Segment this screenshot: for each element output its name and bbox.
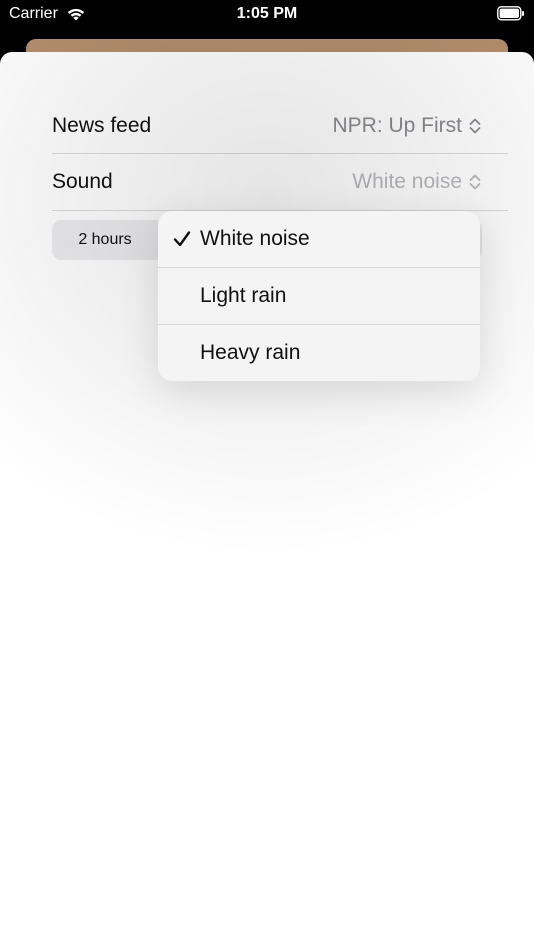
news-feed-value: NPR: Up First (332, 113, 462, 137)
sound-row[interactable]: Sound White noise (52, 154, 508, 211)
menu-item-label: White noise (200, 227, 310, 250)
checkmark-icon (173, 231, 191, 247)
chevron-updown-icon (469, 118, 481, 133)
sound-label: Sound (52, 170, 113, 193)
news-feed-row[interactable]: News feed NPR: Up First (52, 98, 508, 154)
chevron-updown-icon (469, 174, 481, 190)
sound-picker[interactable]: White noise (352, 170, 508, 194)
news-feed-picker[interactable]: NPR: Up First (332, 114, 508, 138)
news-feed-label: News feed (52, 113, 152, 137)
segment-2-hours[interactable]: 2 hours (52, 220, 158, 260)
app-screen: Carrier 1:05 PM News feed NPR: Up First (0, 0, 534, 950)
status-bar: Carrier 1:05 PM (0, 0, 534, 30)
battery-icon (497, 6, 524, 21)
menu-item-heavy-rain[interactable]: Heavy rain (158, 325, 480, 381)
sound-dropdown-menu: White noise Light rain Heavy rain (158, 211, 480, 381)
settings-sheet: News feed NPR: Up First Sound White nois… (0, 52, 534, 950)
menu-item-white-noise[interactable]: White noise (158, 211, 480, 268)
menu-item-label: Heavy rain (200, 341, 301, 364)
menu-item-light-rain[interactable]: Light rain (158, 268, 480, 325)
status-time: 1:05 PM (236, 5, 298, 22)
menu-item-label: Light rain (200, 284, 287, 307)
sound-value: White noise (352, 170, 462, 193)
